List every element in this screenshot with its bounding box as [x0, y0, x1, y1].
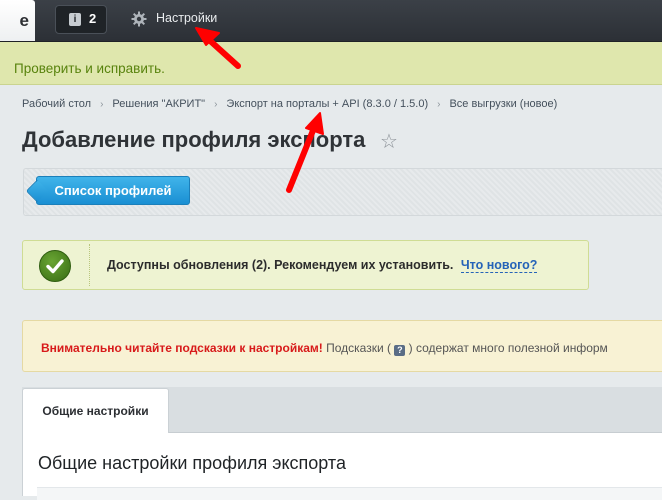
arrow-to-breadcrumb	[286, 112, 324, 193]
annotation-arrows	[195, 27, 324, 193]
arrow-to-settings	[195, 27, 241, 69]
